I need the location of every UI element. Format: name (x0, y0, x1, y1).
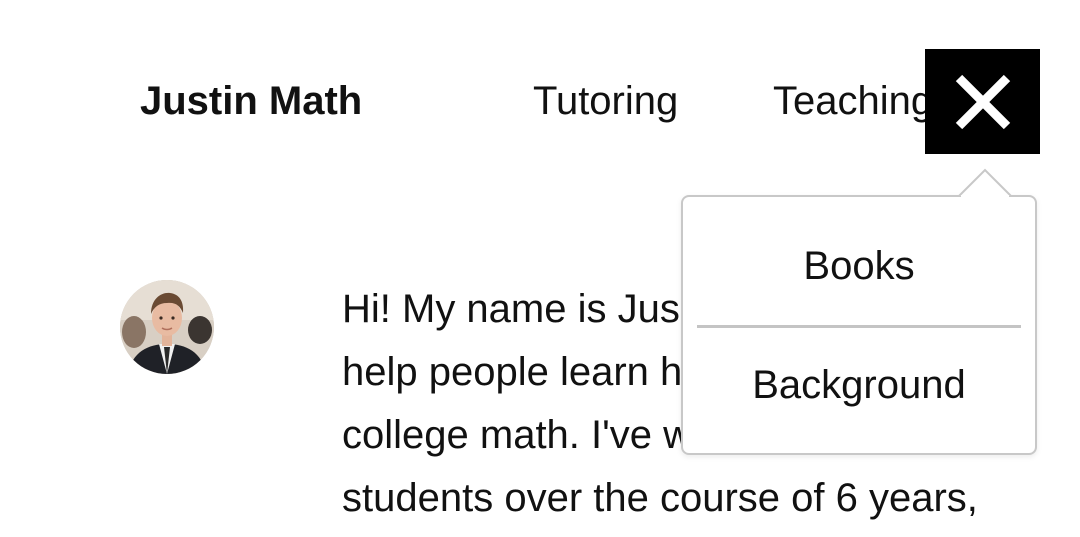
page: Justin Math Tutoring Teaching Hi! My nam… (0, 0, 1080, 537)
intro-line: students over the course of 6 years, (342, 476, 978, 520)
avatar (120, 280, 214, 374)
dropdown-menu: Books Background (681, 195, 1037, 455)
dropdown-item-books[interactable]: Books (683, 243, 1035, 289)
dropdown-divider (697, 325, 1021, 328)
menu-toggle-button[interactable] (925, 49, 1040, 154)
close-icon (955, 74, 1010, 129)
site-brand-link[interactable]: Justin Math (140, 78, 362, 124)
nav-link-teaching[interactable]: Teaching (773, 78, 933, 124)
dropdown-arrow (958, 168, 1012, 197)
dropdown-item-background[interactable]: Background (683, 362, 1035, 408)
profile-photo-icon (120, 280, 214, 374)
nav-link-tutoring[interactable]: Tutoring (533, 78, 678, 124)
